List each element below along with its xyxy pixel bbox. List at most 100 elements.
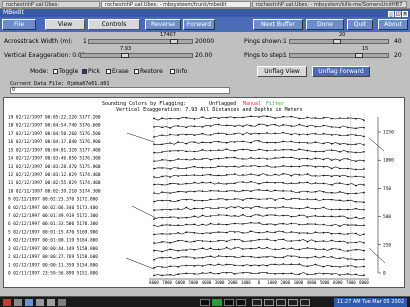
window-list-icon-4[interactable] [288, 299, 298, 306]
ping-label: 1 02/12/1997 00:00:11.359 5154.800 [8, 262, 98, 268]
sounding-point [209, 271, 212, 274]
sounding-point [250, 156, 252, 159]
sounding-point [242, 158, 244, 160]
pings-to-step-thumb[interactable] [355, 53, 363, 58]
sounding-point [225, 199, 228, 201]
sounding-point [363, 176, 365, 178]
sounding-point [209, 263, 212, 266]
sounding-point [153, 151, 155, 154]
next-buffer-button[interactable]: Next Buffer [253, 19, 303, 30]
sounding-point [258, 157, 260, 160]
pings-layer: 19 02/12/1997 00:05:22.220 5177.200 18 02… [8, 115, 386, 277]
sounding-point [233, 116, 236, 119]
sounding-point [363, 249, 365, 252]
acrosstrack-width-thumb[interactable] [170, 39, 178, 44]
sounding-point [225, 116, 228, 119]
pings-to-step-slider[interactable] [289, 53, 389, 58]
ping-label: 15 02/12/1997 00:04:01.320 5177.400 [8, 147, 101, 153]
sounding-point [177, 175, 180, 177]
workspace-3-icon[interactable] [224, 299, 234, 306]
sounding-point [282, 164, 285, 167]
sounding-point [322, 117, 325, 119]
sounding-point [266, 223, 268, 226]
terminal-tab-2[interactable]: rochestnhP ual:Ubes: - mbsysteem/trunk/m… [101, 1, 251, 8]
sounding-point [314, 248, 317, 250]
unflag-view-button[interactable]: Unflag View [257, 66, 307, 77]
terminal-tab-3[interactable]: rochestnhP ual:Ubes: - mbsystem/kills-me… [252, 1, 407, 8]
mode-info-radio[interactable]: Info [170, 68, 187, 75]
mode-erase-radio[interactable]: Erase [106, 68, 129, 75]
acrosstrack-width-slider[interactable] [88, 39, 193, 44]
sounding-point [242, 255, 244, 258]
sounding-point [338, 240, 341, 243]
forward-button[interactable]: Forward [183, 19, 215, 30]
sounding-point [217, 255, 220, 257]
sounding-point [169, 265, 171, 268]
sounding-point [250, 215, 252, 218]
file-button[interactable]: File [2, 19, 36, 30]
sounding-point [298, 148, 301, 151]
pings-shown-value: 20 [339, 32, 346, 38]
workspace-4-icon[interactable] [236, 299, 246, 306]
mode-restore-radio[interactable]: Restore [134, 68, 163, 75]
window-list-icon-2[interactable] [264, 299, 274, 306]
about-button[interactable]: About [378, 19, 408, 30]
view-button[interactable]: View [45, 19, 85, 30]
sounding-point [250, 141, 252, 144]
sounding-point [363, 184, 365, 186]
start-menu-icon[interactable] [3, 299, 11, 306]
sounding-point [177, 239, 180, 242]
workspace-1-icon[interactable] [200, 299, 210, 306]
sounding-point [363, 119, 365, 121]
window-list-icon-5[interactable] [300, 299, 310, 306]
window-list-icon-3[interactable] [276, 299, 286, 306]
mode-pick-radio[interactable]: Pick [82, 68, 100, 75]
workspace-2-icon[interactable] [212, 299, 222, 306]
sounding-point [338, 151, 341, 153]
sounding-point [193, 207, 196, 210]
done-button[interactable]: Done [306, 19, 344, 30]
sounding-point [169, 273, 171, 276]
sounding-point [177, 117, 180, 120]
sounding-plot[interactable]: Sounding Colors by Flagging: Unflagged M… [3, 97, 405, 288]
sounding-point [225, 207, 228, 210]
sounding-point [258, 116, 260, 118]
sounding-point [225, 240, 228, 243]
window-list-icon[interactable] [252, 299, 262, 306]
files-launcher-icon[interactable] [36, 299, 44, 306]
pings-shown-thumb[interactable] [333, 39, 341, 44]
sounding-point [266, 256, 268, 258]
mode-toggle-radio[interactable]: Toggle [53, 68, 78, 75]
sounding-point [290, 190, 293, 192]
sounding-point [282, 124, 285, 126]
reverse-button[interactable]: Reverse [145, 19, 181, 30]
sounding-point [347, 175, 349, 178]
pings-shown-slider[interactable] [289, 39, 389, 44]
sounding-point [314, 166, 317, 168]
sounding-point [274, 173, 276, 176]
sounding-point [290, 240, 293, 242]
unflag-forward-button[interactable]: Unflag Forward [312, 66, 370, 77]
pings-shown-max: 40 [394, 38, 402, 45]
sounding-point [209, 247, 212, 250]
sounding-point [355, 184, 357, 187]
sounding-point [363, 242, 365, 244]
terminal-tab-1[interactable]: rochestnhP ual:Ubes: [2, 1, 100, 8]
editor-launcher-icon[interactable] [47, 299, 55, 306]
sounding-point [169, 176, 171, 178]
terminal-launcher-icon[interactable] [14, 299, 22, 306]
vertical-exaggeration-thumb[interactable] [121, 53, 129, 58]
quit-button[interactable]: Quit [347, 19, 373, 30]
sounding-point [306, 273, 309, 276]
sounding-point [209, 117, 212, 120]
sounding-point [282, 197, 285, 200]
vertical-exaggeration-slider[interactable] [80, 53, 193, 58]
mode-restore-label: Restore [140, 68, 163, 75]
sounding-point [250, 247, 252, 250]
x-tick-label: 8000 [359, 280, 369, 285]
tool-launcher-icon[interactable] [58, 299, 66, 306]
sounding-point [266, 181, 268, 184]
browser-launcher-icon[interactable] [25, 299, 33, 306]
sounding-plot-canvas[interactable]: Sounding Colors by Flagging: Unflagged M… [4, 98, 404, 287]
controls-button[interactable]: Controls [88, 19, 140, 30]
